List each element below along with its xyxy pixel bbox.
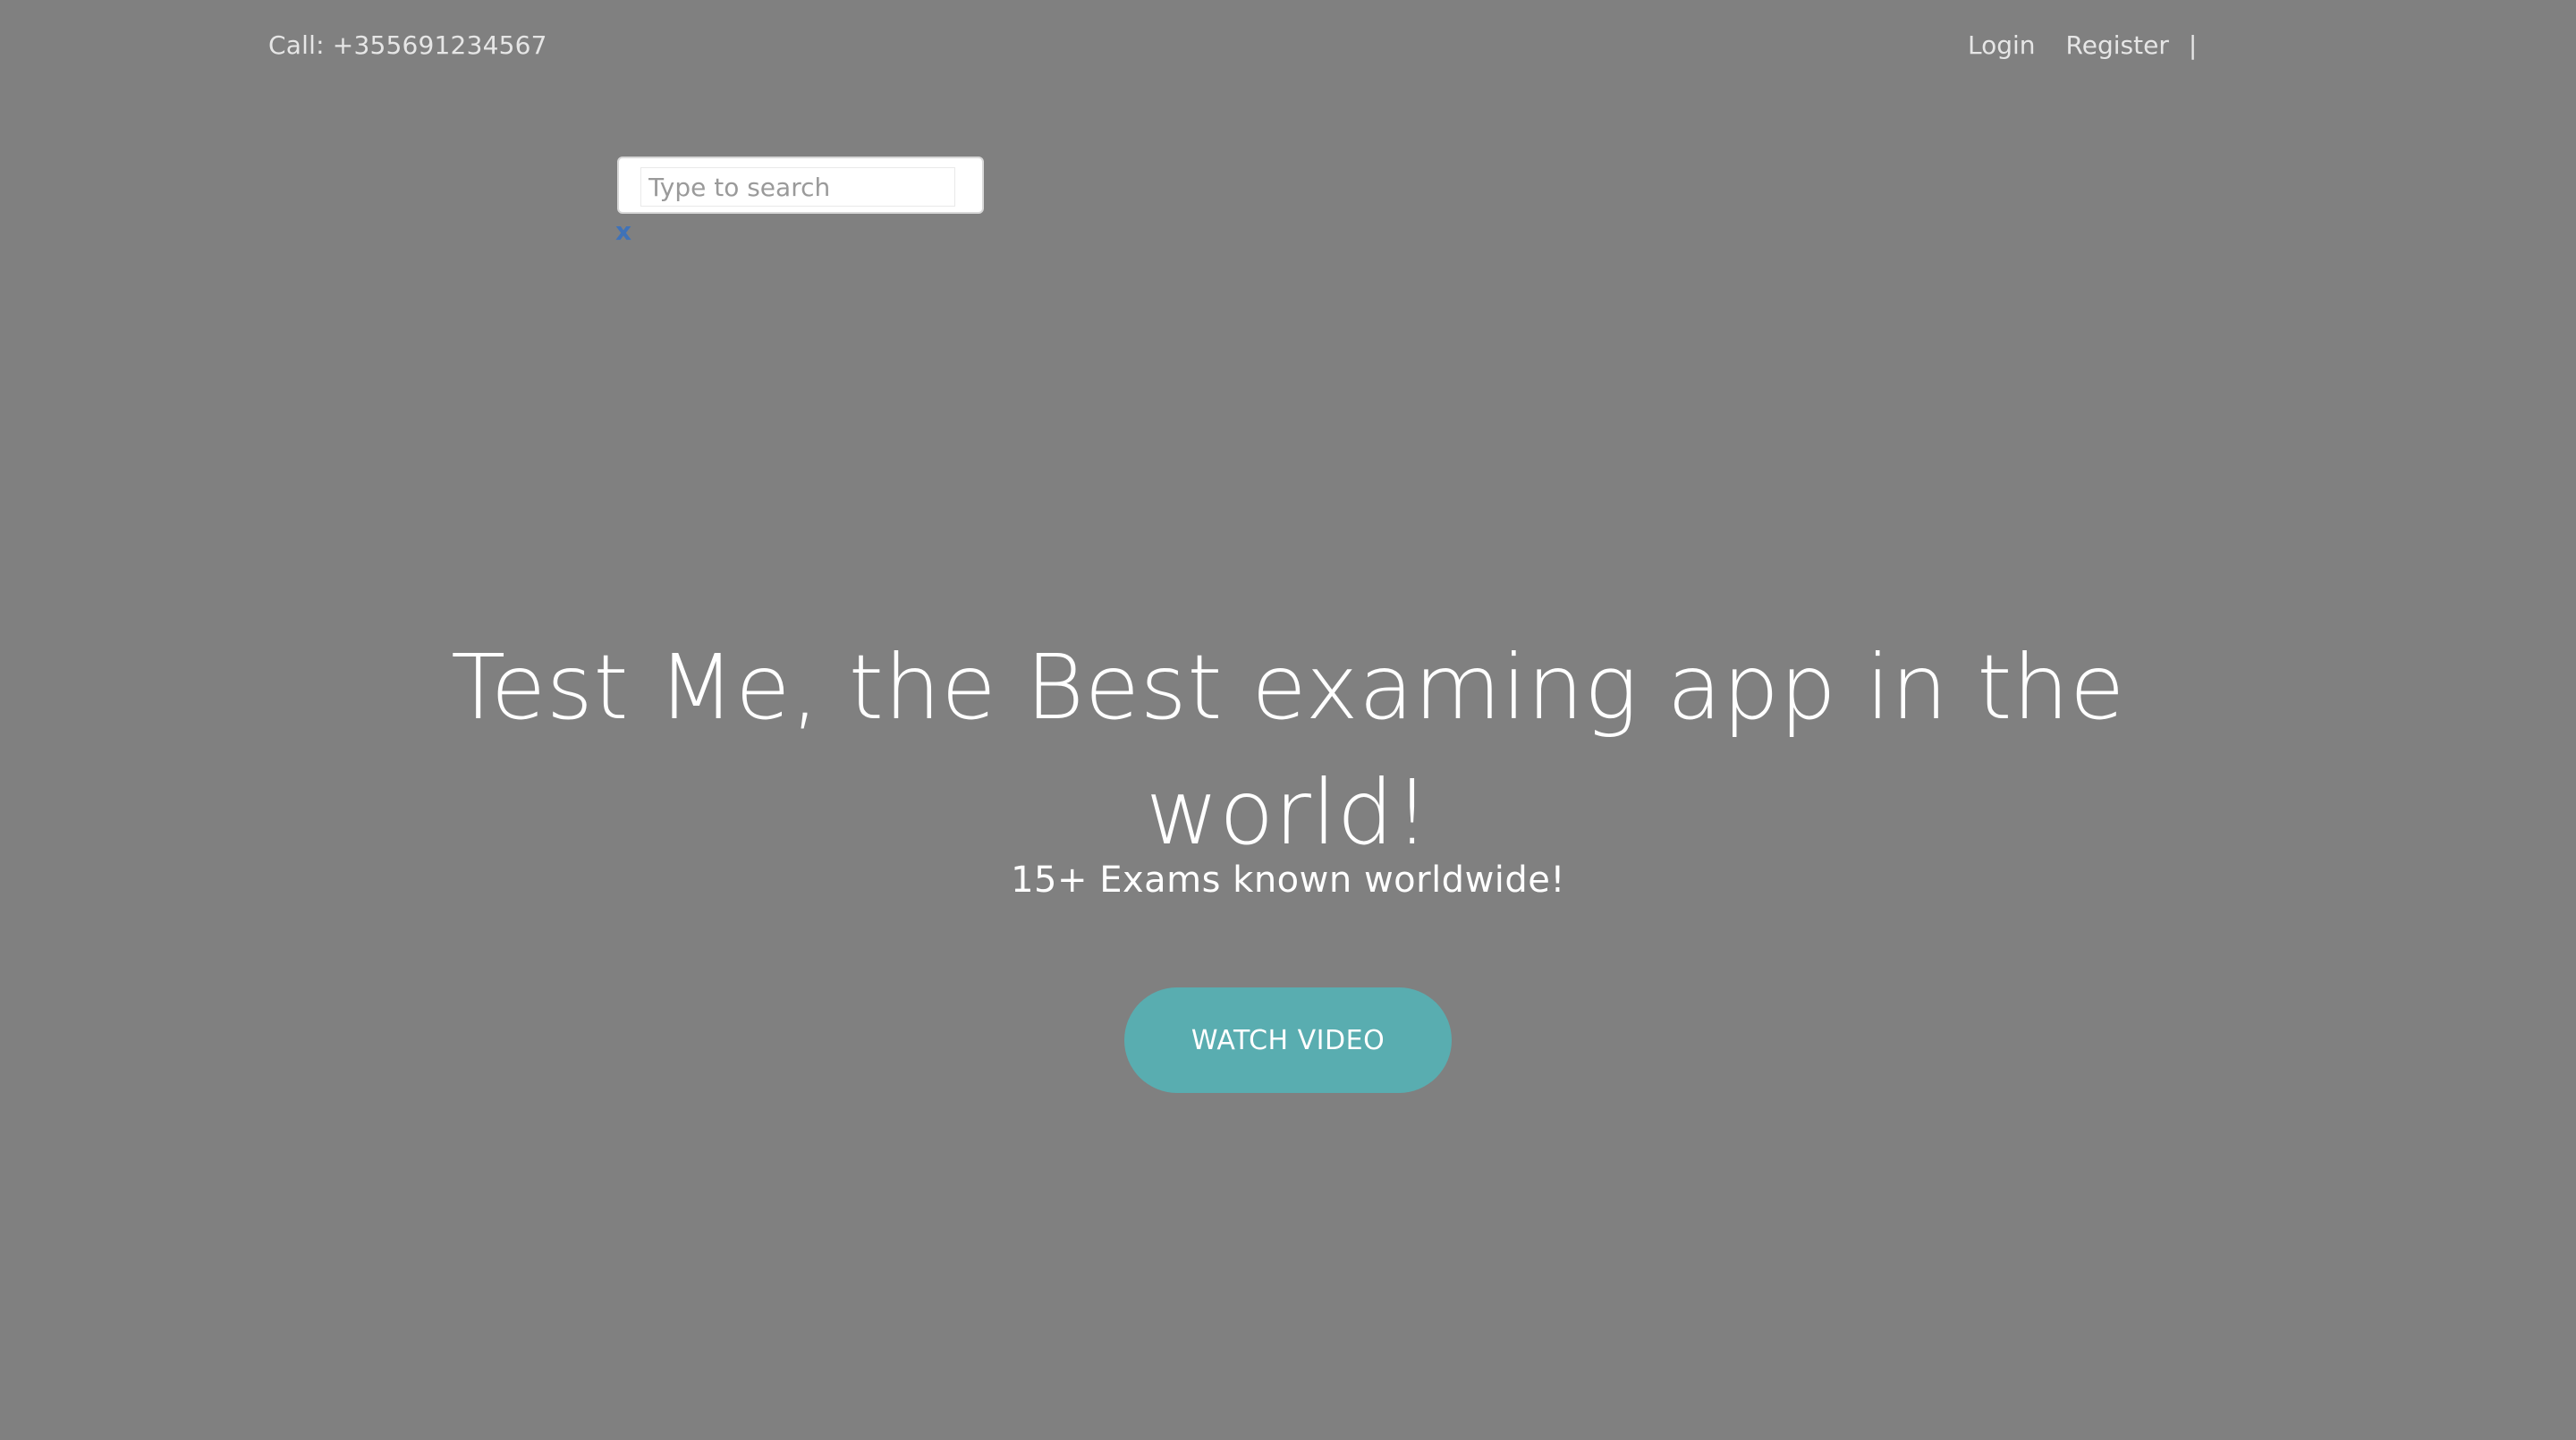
- hero-title: Test Me, the Best examing app in the wor…: [451, 635, 2125, 865]
- login-link[interactable]: Login: [1968, 30, 2036, 60]
- phone-number: Call: +355691234567: [268, 30, 547, 60]
- watch-video-button[interactable]: WATCH VIDEO: [1124, 987, 1452, 1093]
- top-bar: Call: +355691234567 Login Register |: [0, 30, 2576, 66]
- search-box: [617, 157, 984, 214]
- register-link[interactable]: Register: [2066, 30, 2169, 60]
- close-icon[interactable]: x: [615, 219, 635, 244]
- search-input[interactable]: [640, 167, 955, 207]
- nav-separator: |: [2188, 30, 2198, 60]
- hero-subtitle: 15+ Exams known worldwide!: [1011, 860, 1565, 901]
- auth-links: Login Register |: [1968, 30, 2197, 60]
